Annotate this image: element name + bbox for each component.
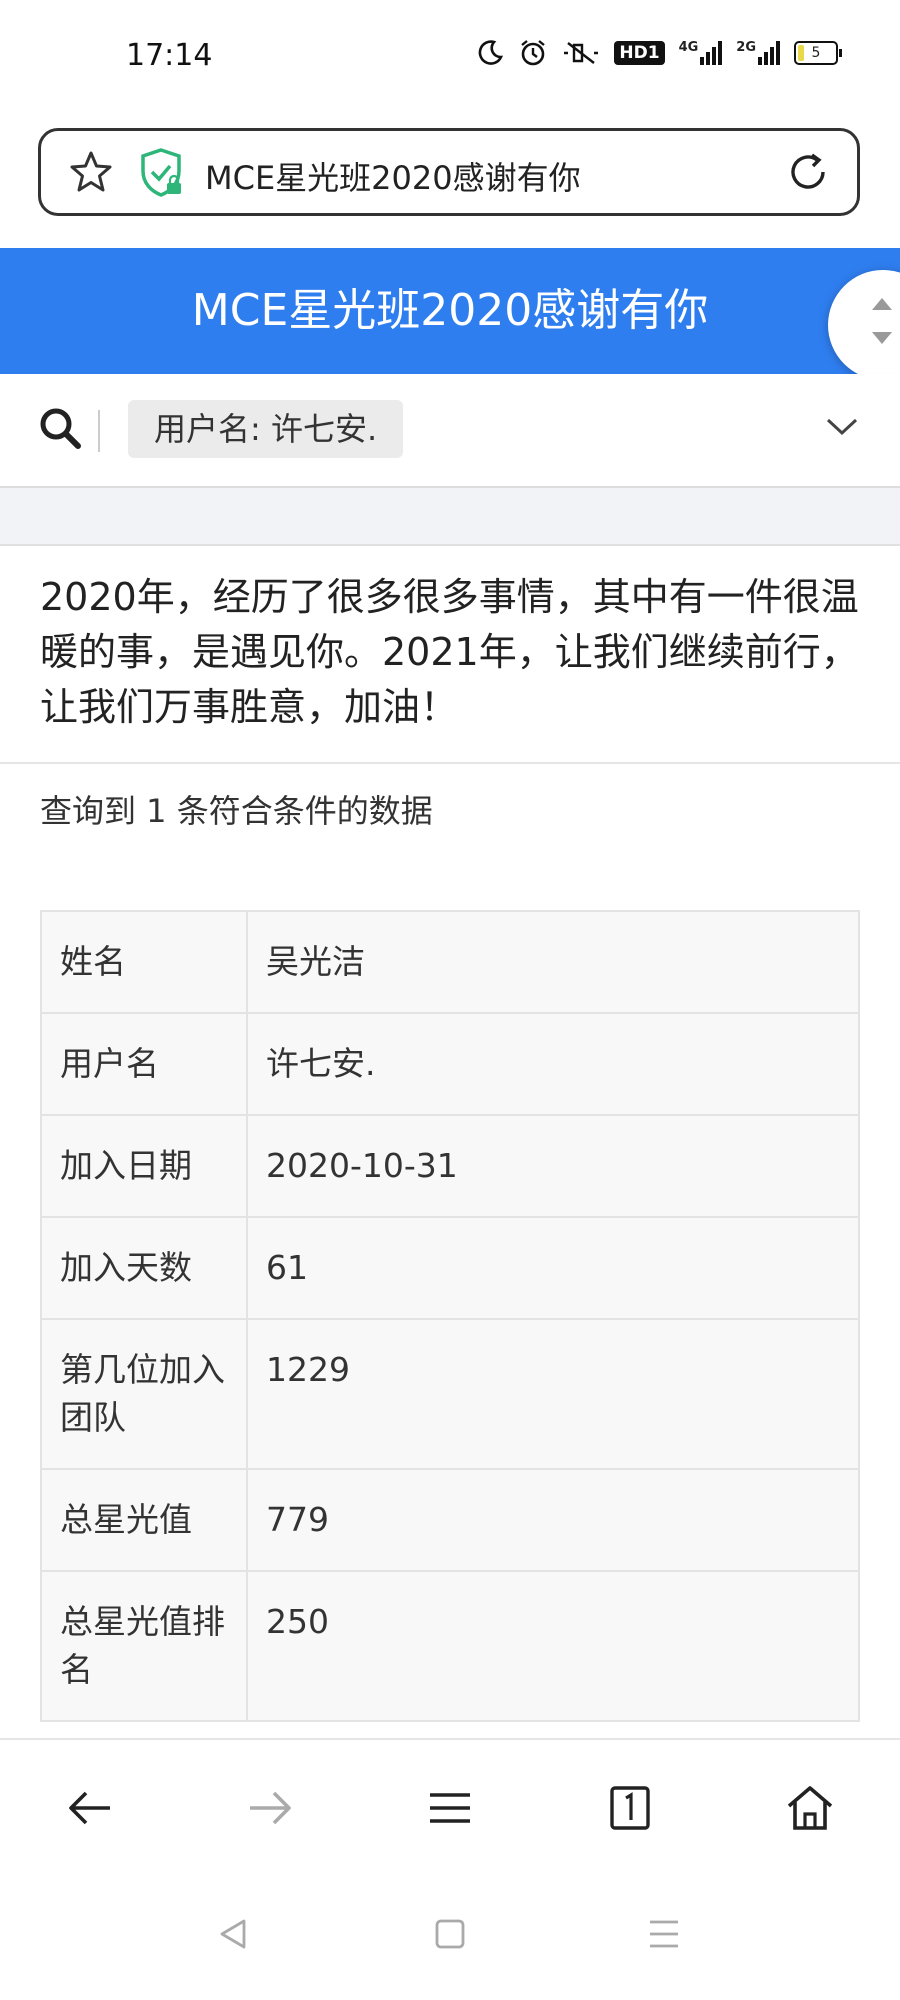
row-value: 许七安. (246, 1012, 860, 1116)
system-home-icon[interactable] (432, 1916, 468, 1952)
signal-2g-label: 2G (736, 40, 756, 55)
table-row: 加入天数 61 (40, 1216, 860, 1320)
home-icon[interactable] (784, 1782, 836, 1834)
table-row: 第几位加入团队 1229 (40, 1318, 860, 1470)
row-value: 2020-10-31 (246, 1114, 860, 1218)
row-value: 250 (246, 1570, 860, 1722)
scroll-arrows-icon (872, 298, 892, 344)
battery-icon: 5 (794, 41, 842, 65)
table-row: 姓名 吴光洁 (40, 910, 860, 1014)
page-title: MCE星光班2020感谢有你 (191, 285, 709, 336)
row-value: 吴光洁 (246, 910, 860, 1014)
search-icon[interactable] (36, 404, 84, 452)
card-divider (0, 762, 900, 764)
table-row: 加入日期 2020-10-31 (40, 1114, 860, 1218)
row-key: 加入日期 (40, 1114, 248, 1218)
info-table: 姓名 吴光洁 用户名 许七安. 加入日期 2020-10-31 加入天数 61 … (40, 910, 860, 1722)
browser-bottom-nav (0, 1738, 900, 1880)
shield-lock-icon[interactable] (137, 147, 185, 199)
search-filter-chip[interactable]: 用户名: 许七安. (128, 400, 404, 458)
section-gap (0, 488, 900, 544)
tabs-count-icon[interactable] (604, 1782, 656, 1834)
row-key: 用户名 (40, 1012, 248, 1116)
row-value: 1229 (246, 1318, 860, 1470)
status-time: 17:14 (126, 38, 213, 73)
page-header: MCE星光班2020感谢有你 (0, 248, 900, 374)
row-key: 加入天数 (40, 1216, 248, 1320)
status-icons: HD1 4G 2G 5 (476, 38, 842, 68)
battery-level: 5 (811, 45, 821, 61)
result-count: 查询到 1 条符合条件的数据 (40, 792, 433, 830)
signal-4g-label: 4G (678, 40, 699, 55)
mute-icon (564, 42, 599, 64)
system-recents-icon[interactable] (646, 1916, 682, 1952)
content-card: 2020年，经历了很多很多事情，其中有一件很温暖的事，是遇见你。2021年，让我… (0, 544, 900, 1746)
chevron-down-icon[interactable] (824, 414, 860, 438)
status-bar: 17:14 HD1 4G 2G 5 (0, 0, 900, 112)
star-icon[interactable] (67, 149, 115, 197)
table-row: 总星光值排名 250 (40, 1570, 860, 1722)
forward-arrow-icon[interactable] (244, 1782, 296, 1834)
alarm-icon (521, 40, 546, 66)
table-row: 用户名 许七安. (40, 1012, 860, 1116)
row-key: 总星光值排名 (40, 1570, 248, 1722)
search-bar[interactable]: 用户名: 许七安. (0, 374, 900, 488)
moon-icon (479, 40, 504, 65)
hd-icon: HD1 (614, 41, 665, 65)
scroll-up-down-button[interactable] (828, 270, 900, 380)
reload-icon[interactable] (785, 149, 831, 195)
search-divider (98, 410, 100, 452)
signal-2g-icon: 2G (736, 41, 780, 65)
url-text[interactable]: MCE星光班2020感谢有你 (205, 153, 581, 199)
menu-icon[interactable] (424, 1782, 476, 1834)
address-bar[interactable]: MCE星光班2020感谢有你 (38, 128, 860, 216)
row-key: 总星光值 (40, 1468, 248, 1572)
row-value: 61 (246, 1216, 860, 1320)
row-key: 姓名 (40, 910, 248, 1014)
system-back-icon[interactable] (216, 1916, 252, 1952)
back-arrow-icon[interactable] (64, 1782, 116, 1834)
table-row: 总星光值 779 (40, 1468, 860, 1572)
row-value: 779 (246, 1468, 860, 1572)
intro-text: 2020年，经历了很多很多事情，其中有一件很温暖的事，是遇见你。2021年，让我… (40, 575, 859, 729)
signal-4g-icon: 4G (679, 41, 723, 65)
system-nav-bar (0, 1878, 900, 2000)
row-key: 第几位加入团队 (40, 1318, 248, 1470)
